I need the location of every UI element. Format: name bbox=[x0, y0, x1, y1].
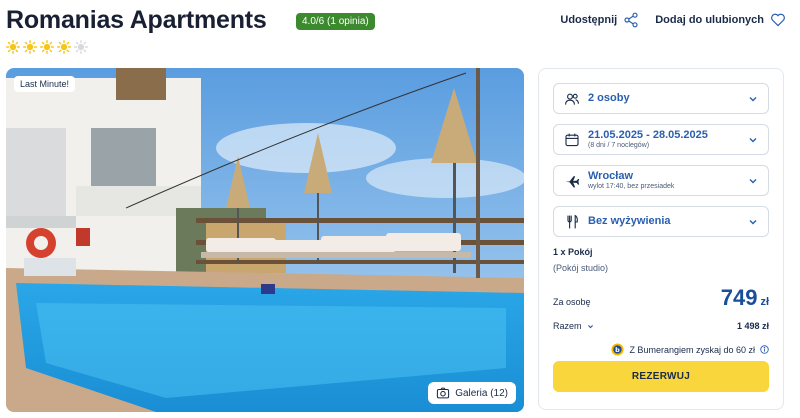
reserve-button[interactable]: REZERWUJ bbox=[553, 361, 769, 392]
gallery-label: Galeria (12) bbox=[455, 387, 508, 399]
bumerang-logo-icon: b bbox=[611, 343, 624, 356]
cutlery-icon bbox=[567, 214, 578, 228]
page-title: Romanias Apartments bbox=[6, 6, 267, 34]
price-amount: 749 bbox=[720, 285, 758, 310]
total-label: Razem bbox=[553, 321, 582, 331]
plane-icon bbox=[565, 175, 580, 187]
sun-star-icon bbox=[23, 40, 37, 54]
booking-panel: 2 osoby 21.05.2025 - 28.05.2025 (8 dni /… bbox=[538, 68, 784, 410]
users-icon bbox=[565, 93, 579, 105]
sun-star-icon bbox=[6, 40, 20, 54]
hotel-photo[interactable]: Last Minute! Galeria (12) bbox=[6, 68, 524, 412]
favorite-label: Dodaj do ulubionych bbox=[655, 14, 764, 26]
chevron-down-icon bbox=[749, 96, 757, 101]
camera-icon bbox=[437, 387, 450, 399]
persons-value: 2 osoby bbox=[588, 91, 630, 104]
departure-value: Wrocław bbox=[588, 170, 634, 183]
chevron-down-icon bbox=[749, 178, 757, 183]
calendar-icon bbox=[565, 133, 579, 146]
per-person-label: Za osobę bbox=[553, 297, 591, 307]
room-title: 1 x Pokój bbox=[553, 247, 593, 257]
dates-sub: (8 dni / 7 noclegów) bbox=[588, 141, 650, 149]
board-value: Bez wyżywienia bbox=[588, 214, 671, 227]
total-price-row[interactable]: Razem 1 498 zł bbox=[553, 321, 769, 331]
heart-icon bbox=[771, 13, 785, 27]
per-person-price-row: Za osobę 749 zł bbox=[553, 285, 769, 311]
favorite-button[interactable]: Dodaj do ulubionych bbox=[655, 12, 786, 28]
header-actions: Udostępnij Dodaj do ulubionych bbox=[560, 12, 786, 28]
sun-star-icon bbox=[40, 40, 54, 54]
share-label: Udostępnij bbox=[560, 14, 618, 26]
board-select[interactable]: Bez wyżywienia bbox=[553, 206, 769, 237]
departure-sub: wylot 17:40, bez przesiadek bbox=[588, 182, 675, 190]
sun-star-empty-icon bbox=[74, 40, 88, 54]
total-label-group: Razem bbox=[553, 321, 594, 331]
dates-value: 21.05.2025 - 28.05.2025 bbox=[588, 129, 708, 142]
pool-scene-image bbox=[6, 68, 524, 412]
last-minute-badge: Last Minute! bbox=[14, 76, 76, 92]
total-value: 1 498 zł bbox=[736, 321, 769, 331]
gallery-button[interactable]: Galeria (12) bbox=[428, 382, 516, 404]
departure-select[interactable]: Wrocław wylot 17:40, bez przesiadek bbox=[553, 165, 769, 196]
room-type: (Pokój studio) bbox=[553, 263, 609, 273]
sun-star-icon bbox=[57, 40, 71, 54]
currency-label: zł bbox=[760, 296, 769, 308]
chevron-down-icon bbox=[587, 324, 593, 328]
persons-select[interactable]: 2 osoby bbox=[553, 83, 769, 114]
bumerang-promo: b Z Bumerangiem zyskaj do 60 zł bbox=[553, 343, 769, 356]
info-icon[interactable] bbox=[760, 345, 769, 354]
dates-select[interactable]: 21.05.2025 - 28.05.2025 (8 dni / 7 nocle… bbox=[553, 124, 769, 155]
svg-text:b: b bbox=[616, 346, 621, 354]
per-person-price: 749 zł bbox=[721, 285, 769, 311]
share-button[interactable]: Udostępnij bbox=[560, 12, 639, 28]
chevron-down-icon bbox=[749, 219, 757, 224]
star-rating bbox=[6, 40, 88, 54]
chevron-down-icon bbox=[749, 137, 757, 142]
share-icon bbox=[624, 12, 638, 28]
bumerang-text: Z Bumerangiem zyskaj do 60 zł bbox=[629, 344, 755, 355]
rating-badge[interactable]: 4.0/6 (1 opinia) bbox=[296, 13, 375, 30]
